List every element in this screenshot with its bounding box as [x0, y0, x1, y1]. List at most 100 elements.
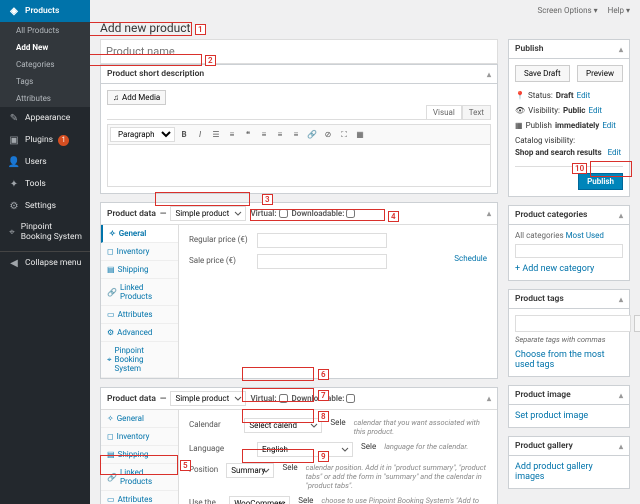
- help-link[interactable]: Help ▾: [608, 6, 630, 15]
- more-icon[interactable]: ▦: [353, 128, 367, 142]
- pd-tab-linked[interactable]: 🔗Linked Products: [101, 279, 178, 306]
- sidebar-collapse[interactable]: ◀Collapse menu: [0, 251, 90, 274]
- catalog-edit-link[interactable]: Edit: [608, 148, 622, 157]
- schedule-link[interactable]: Schedule: [454, 254, 487, 263]
- publish-edit-link[interactable]: Edit: [602, 121, 616, 130]
- unlink-icon[interactable]: ⊘: [321, 128, 335, 142]
- short-description-box: Product short description▴ ♫Add Media Vi…: [100, 64, 498, 194]
- all-categories-tab[interactable]: All categories: [515, 231, 564, 240]
- save-draft-button[interactable]: Save Draft: [515, 65, 570, 82]
- language-select[interactable]: English: [257, 442, 353, 457]
- pd-tab-pinpoint[interactable]: ⌖Pinpoint Booking System: [101, 342, 178, 378]
- plug-icon: ▣: [8, 134, 20, 146]
- sidebar-sub-categories[interactable]: Categories: [0, 56, 90, 73]
- toggle-icon[interactable]: ▴: [619, 211, 623, 220]
- annotation-num-9: 9: [318, 451, 329, 462]
- product-data-title: Product data: [107, 394, 156, 404]
- sidebar-sub-add-new[interactable]: Add New: [0, 39, 90, 56]
- align-left-icon[interactable]: ≡: [257, 128, 271, 142]
- screen-options-link[interactable]: Screen Options ▾: [537, 6, 597, 15]
- sidebar-item-pinpoint[interactable]: ⌖Pinpoint Booking System: [0, 217, 90, 247]
- virtual-checkbox[interactable]: Virtual:: [250, 394, 287, 403]
- calendar-select[interactable]: Select calend: [244, 418, 322, 433]
- pd-tab-inventory[interactable]: ◻Inventory: [101, 243, 178, 261]
- publish-box: Publish▴ Save Draft Preview 📍Status: Dra…: [508, 39, 630, 197]
- toggle-icon[interactable]: ▴: [619, 391, 623, 400]
- box-icon: ◻: [107, 432, 114, 441]
- sidebar-sub-all-products[interactable]: All Products: [0, 22, 90, 39]
- toggle-icon[interactable]: ▴: [619, 295, 623, 304]
- tab-visual[interactable]: Visual: [426, 105, 462, 119]
- bold-icon[interactable]: B: [177, 128, 191, 142]
- list-ul-icon[interactable]: ☰: [209, 128, 223, 142]
- fullscreen-icon[interactable]: ⛶: [337, 128, 351, 142]
- pd-tab-advanced[interactable]: ⚙Advanced: [101, 324, 178, 342]
- plugins-badge: 1: [58, 135, 69, 146]
- sidebar-item-tools[interactable]: ✦Tools: [0, 173, 90, 195]
- toggle-icon[interactable]: ▴: [487, 209, 491, 218]
- toggle-icon[interactable]: ▴: [487, 70, 491, 79]
- virtual-checkbox[interactable]: Virtual:: [250, 209, 287, 218]
- sidebar-item-users[interactable]: 👤Users: [0, 151, 90, 173]
- sidebar-item-plugins[interactable]: ▣Plugins1: [0, 129, 90, 151]
- collapse-icon: ◀: [8, 257, 20, 269]
- align-right-icon[interactable]: ≡: [289, 128, 303, 142]
- product-title-input[interactable]: [100, 39, 498, 64]
- add-media-button[interactable]: ♫Add Media: [107, 90, 166, 105]
- pd-tab-general[interactable]: ✧General: [101, 225, 178, 243]
- sidebar-item-products[interactable]: ◈Products: [0, 0, 90, 22]
- product-gallery-box: Product gallery▴ Add product gallery ima…: [508, 436, 630, 489]
- paragraph-select[interactable]: Paragraph: [110, 127, 175, 142]
- align-center-icon[interactable]: ≡: [273, 128, 287, 142]
- categories-list[interactable]: [515, 244, 623, 258]
- pd-tab-inventory[interactable]: ◻Inventory: [101, 428, 178, 446]
- position-select[interactable]: Summary: [226, 463, 274, 478]
- preview-button[interactable]: Preview: [577, 65, 623, 82]
- tab-text[interactable]: Text: [462, 105, 491, 119]
- categories-title: Product categories: [515, 210, 587, 220]
- sidebar-sub-attributes[interactable]: Attributes: [0, 90, 90, 107]
- toggle-icon[interactable]: ▴: [619, 442, 623, 451]
- select-hint: Sele: [361, 442, 376, 451]
- calendar-icon: ⌖: [107, 355, 112, 365]
- publish-button[interactable]: Publish: [578, 173, 623, 190]
- pd-tab-shipping[interactable]: ▤Shipping: [101, 261, 178, 279]
- pd-tab-linked[interactable]: 🔗Linked Products: [101, 464, 178, 491]
- pd-tab-shipping[interactable]: ▤Shipping: [101, 446, 178, 464]
- eye-icon: 👁: [515, 106, 525, 115]
- tags-input[interactable]: [515, 315, 631, 332]
- add-gallery-link[interactable]: Add product gallery images: [515, 462, 593, 482]
- annotation-num-4: 4: [388, 211, 399, 222]
- brush-icon: ✎: [8, 112, 20, 124]
- product-type-select[interactable]: Simple product: [170, 206, 246, 221]
- sidebar-item-appearance[interactable]: ✎Appearance: [0, 107, 90, 129]
- sidebar-item-settings[interactable]: ⚙Settings: [0, 195, 90, 217]
- downloadable-checkbox[interactable]: Downloadable:: [292, 209, 356, 218]
- link-icon: 🔗: [107, 288, 117, 297]
- wrench-icon: ✦: [8, 178, 20, 190]
- set-product-image-link[interactable]: Set product image: [515, 411, 588, 421]
- sale-price-input[interactable]: [257, 254, 387, 269]
- quote-icon[interactable]: ❝: [241, 128, 255, 142]
- pd-tab-attributes[interactable]: ▭Attributes: [101, 306, 178, 324]
- annotation-num-5: 5: [180, 460, 191, 471]
- pd-tab-attributes[interactable]: ▭Attributes: [101, 491, 178, 504]
- toggle-icon[interactable]: ▴: [487, 394, 491, 403]
- toggle-icon[interactable]: ▴: [619, 45, 623, 54]
- pd-tab-general[interactable]: ✧General: [101, 410, 178, 428]
- sidebar-sub-tags[interactable]: Tags: [0, 73, 90, 90]
- product-type-select[interactable]: Simple product: [170, 391, 246, 406]
- list-ol-icon[interactable]: ≡: [225, 128, 239, 142]
- add-button-select[interactable]: WooCommerc: [229, 496, 290, 504]
- add-category-link[interactable]: + Add new category: [515, 264, 594, 274]
- choose-tags-link[interactable]: Choose from the most used tags: [515, 350, 605, 370]
- editor-area[interactable]: [107, 145, 491, 187]
- italic-icon[interactable]: I: [193, 128, 207, 142]
- link-icon[interactable]: 🔗: [305, 128, 319, 142]
- most-used-tab[interactable]: Most Used: [566, 231, 604, 240]
- publish-title: Publish: [515, 44, 544, 54]
- regular-price-input[interactable]: [257, 233, 387, 248]
- status-edit-link[interactable]: Edit: [577, 91, 591, 100]
- visibility-edit-link[interactable]: Edit: [588, 106, 602, 115]
- add-tag-button[interactable]: Add: [634, 315, 640, 332]
